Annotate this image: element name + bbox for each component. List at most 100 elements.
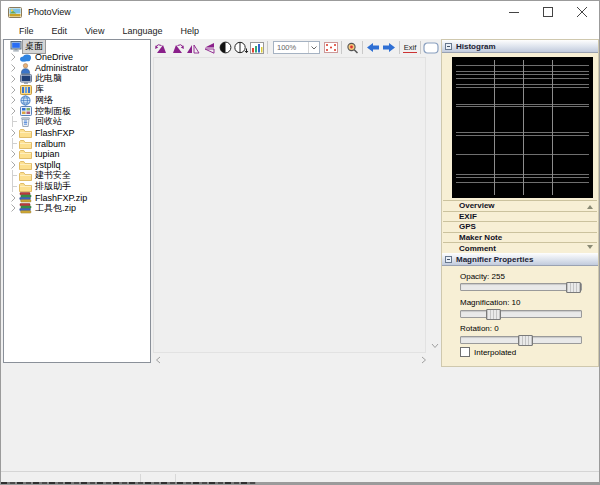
folder-icon (18, 182, 33, 192)
menu-view[interactable]: View (76, 24, 113, 38)
section-gps[interactable]: GPS (443, 222, 597, 233)
tree-item[interactable]: 排版助手 (4, 181, 150, 192)
tree-item[interactable]: Administrator (4, 63, 150, 74)
tree-item[interactable]: tupian (4, 149, 150, 160)
expand-chevron-icon[interactable] (8, 96, 18, 104)
window-bottom-edge (1, 482, 599, 484)
exif-button[interactable]: Exif (402, 40, 418, 55)
toolbar-separator (362, 41, 363, 54)
tree-item-label[interactable]: 回收站 (33, 115, 64, 128)
expand-chevron-icon[interactable] (8, 129, 18, 137)
tree-item-label[interactable]: FlashFXP (33, 128, 77, 138)
opacity-slider[interactable] (460, 283, 582, 291)
expand-chevron-icon[interactable] (8, 86, 18, 94)
sections-scroll-down-icon[interactable] (587, 245, 593, 249)
photoview-window: PhotoView FileEditViewLanguageHelp 桌面One… (0, 0, 600, 485)
vscroll-down-arrow[interactable] (431, 343, 439, 349)
tree-item[interactable]: 控制面板 (4, 106, 150, 117)
slider-thumb[interactable] (566, 282, 581, 293)
menu-edit[interactable]: Edit (43, 24, 77, 38)
menu-file[interactable]: File (10, 24, 43, 38)
tree-line (8, 116, 18, 127)
expand-chevron-icon[interactable] (8, 107, 18, 115)
right-panel: Histogram OverviewEXIFGPSMaker NoteComme… (441, 39, 599, 367)
section-overview[interactable]: Overview (443, 201, 597, 212)
slider-thumb[interactable] (486, 309, 501, 320)
expand-chevron-icon[interactable] (8, 53, 18, 61)
window-title: PhotoView (28, 7, 71, 17)
tree-item-label[interactable]: rralbum (33, 139, 68, 149)
tree-item-label[interactable]: OneDrive (33, 52, 75, 62)
maximize-button[interactable] (531, 1, 565, 23)
brightness-button[interactable] (233, 40, 249, 55)
interpolated-checkbox-row[interactable]: Interpolated (460, 347, 516, 357)
toolbar-separator (399, 41, 400, 54)
folder-icon (18, 139, 33, 149)
red-eye-button[interactable] (323, 40, 339, 55)
minimize-button[interactable] (497, 1, 531, 23)
tree-item[interactable]: ystpllq (4, 160, 150, 171)
menu-help[interactable]: Help (171, 24, 208, 38)
interpolated-checkbox[interactable] (460, 347, 470, 357)
search-button[interactable] (344, 40, 360, 55)
histogram-header[interactable]: Histogram (442, 40, 598, 53)
tree-item[interactable]: rralbum (4, 138, 150, 149)
menu-language[interactable]: Language (113, 24, 171, 38)
tree-item[interactable]: 此电脑 (4, 73, 150, 84)
tree-item[interactable]: FlashFXP (4, 127, 150, 138)
section-maker-note[interactable]: Maker Note (443, 233, 597, 244)
collapse-icon[interactable] (445, 43, 452, 50)
magnifier-properties-header[interactable]: Magnifier Properties (442, 253, 598, 266)
zoom-combobox[interactable]: 100% (273, 41, 320, 54)
flip-horizontal-button[interactable] (185, 40, 201, 55)
magnification-slider[interactable] (460, 310, 582, 318)
contrast-button[interactable] (217, 40, 233, 55)
sections-scroll-up-icon[interactable] (587, 205, 593, 209)
tree-item[interactable]: 建书安全 (4, 171, 150, 182)
expand-chevron-icon[interactable] (8, 194, 18, 202)
rotate-left-button[interactable] (153, 40, 169, 55)
expand-chevron-icon[interactable] (8, 161, 18, 169)
expand-chevron-icon[interactable] (8, 150, 18, 158)
hscroll-left-arrow[interactable] (155, 356, 161, 364)
collapse-icon[interactable] (445, 256, 452, 263)
tree-item[interactable]: 网络 (4, 95, 150, 106)
combo-dropdown-icon[interactable] (308, 42, 319, 53)
tree-item-label[interactable]: 桌面 (23, 40, 45, 53)
close-button[interactable] (565, 1, 599, 23)
folder-icon (18, 171, 33, 181)
slider-label: Magnification: 10 (460, 298, 520, 307)
section-exif[interactable]: EXIF (443, 212, 597, 223)
toolbar-separator (267, 41, 268, 54)
nav-forward-button[interactable] (381, 40, 397, 55)
tree-item[interactable]: 回收站 (4, 117, 150, 128)
expand-chevron-icon[interactable] (8, 64, 18, 72)
toolbar: 100% Exif (153, 39, 441, 56)
slider-thumb[interactable] (518, 335, 533, 346)
tree-line (8, 138, 18, 149)
library-icon (18, 85, 33, 95)
tree-item[interactable]: 工具包.zip (4, 203, 150, 214)
tree-item-label[interactable]: 工具包.zip (33, 202, 78, 215)
magnifier-toggle-button[interactable] (423, 40, 439, 55)
nav-back-button[interactable] (365, 40, 381, 55)
folder-tree: 桌面OneDriveAdministrator此电脑库网络控制面板回收站Flas… (3, 39, 151, 363)
interpolated-label: Interpolated (474, 348, 516, 357)
histogram-title: Histogram (456, 42, 496, 51)
tree-item-label[interactable]: tupian (33, 149, 62, 159)
image-viewer (153, 57, 426, 353)
zip-icon (18, 192, 33, 203)
tree-item[interactable]: OneDrive (4, 52, 150, 63)
hscroll-right-arrow[interactable] (421, 356, 427, 364)
flip-vertical-button[interactable] (201, 40, 217, 55)
metadata-sections: OverviewEXIFGPSMaker NoteComment (443, 200, 597, 254)
tree-item[interactable]: 桌面 (4, 41, 150, 52)
histogram-button[interactable] (249, 40, 265, 55)
rotate-right-button[interactable] (169, 40, 185, 55)
expand-chevron-icon[interactable] (8, 204, 18, 212)
slider-label: Opacity: 255 (460, 272, 505, 281)
rotation-slider[interactable] (460, 336, 582, 344)
expand-chevron-icon[interactable] (8, 75, 18, 83)
tree-item-label[interactable]: 排版助手 (33, 180, 73, 193)
tree-item[interactable]: 库 (4, 84, 150, 95)
